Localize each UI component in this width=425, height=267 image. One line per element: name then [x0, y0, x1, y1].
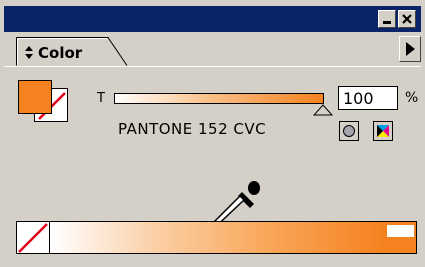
cmyk-icon: [377, 125, 389, 137]
ramp-gradient[interactable]: [50, 222, 383, 253]
close-button[interactable]: [398, 10, 416, 28]
tint-slider-track[interactable]: [114, 93, 324, 104]
ramp-none-swatch[interactable]: [17, 222, 50, 253]
minimize-button[interactable]: [378, 10, 396, 28]
percent-label: %: [405, 90, 419, 106]
color-panel: Color T % PANTONE 152 CVC: [0, 0, 425, 267]
tint-slider-thumb[interactable]: [313, 104, 333, 116]
tab-color-label: Color: [38, 44, 83, 62]
tab-color[interactable]: Color: [16, 37, 128, 66]
spot-color-icon: [343, 125, 355, 137]
minimize-icon: [383, 21, 391, 24]
close-icon: [402, 14, 412, 24]
panel-menu-button[interactable]: [399, 36, 421, 62]
menu-arrow-icon: [406, 42, 415, 56]
panel-titlebar[interactable]: [4, 6, 421, 32]
spot-color-button[interactable]: [339, 121, 359, 141]
color-ramp[interactable]: [16, 221, 417, 254]
updown-arrows-icon: [25, 46, 33, 59]
ramp-white-swatch[interactable]: [387, 225, 414, 237]
swatch-name: PANTONE 152 CVC: [118, 120, 267, 138]
cmyk-button[interactable]: [373, 121, 393, 141]
tab-row: Color: [4, 32, 421, 66]
tint-input[interactable]: [338, 86, 398, 110]
none-swatch-icon: [18, 223, 48, 253]
fill-swatch[interactable]: [18, 80, 52, 114]
tint-label: T: [97, 91, 105, 106]
